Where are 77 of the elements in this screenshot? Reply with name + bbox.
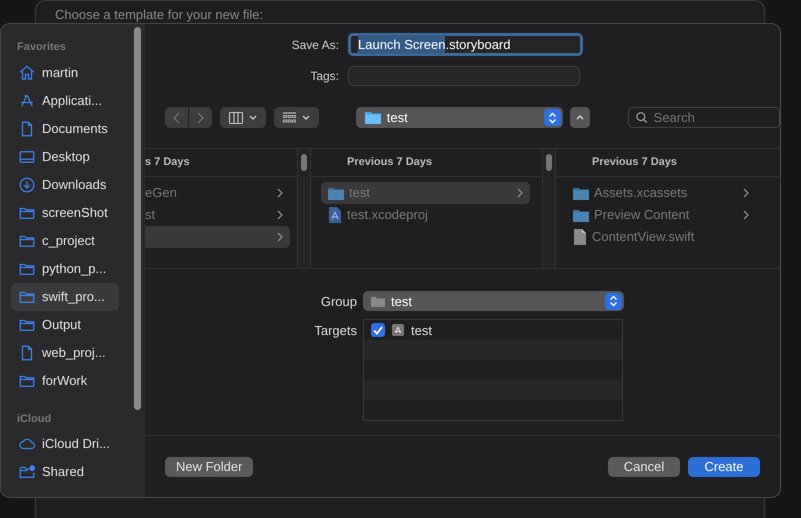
house-icon [18, 64, 36, 82]
column-view-button[interactable] [220, 107, 266, 128]
forward-button[interactable] [189, 107, 212, 128]
file-row[interactable]: st [145, 204, 290, 226]
sidebar-item[interactable]: python_p... [11, 254, 119, 282]
create-button[interactable]: Create [688, 456, 760, 477]
sidebar-item[interactable]: martin [11, 58, 119, 86]
collapse-button[interactable] [570, 107, 590, 128]
column-header: Previous 7 Days [591, 155, 677, 170]
download-icon [18, 176, 36, 194]
folder-icon [573, 208, 589, 222]
chevron-down-icon [302, 115, 310, 120]
folder-icon [364, 111, 381, 124]
sidebar-item[interactable]: Desktop [11, 142, 119, 170]
folder-icon [371, 296, 385, 307]
folder-icon [573, 186, 589, 200]
checkbox[interactable] [371, 323, 385, 338]
file-row[interactable]: ContentView.swift [566, 226, 756, 248]
sidebar-item[interactable]: web_proj... [11, 338, 119, 366]
sidebar-item[interactable]: swift_pro... [11, 282, 119, 310]
chevron-right-icon [277, 210, 283, 220]
sidebar-item[interactable]: Applicati... [11, 86, 119, 114]
column-resize-bar[interactable] [542, 149, 555, 268]
chevron-right-icon [743, 188, 749, 198]
file-row[interactable]: eGen [145, 182, 290, 204]
search-input[interactable]: Search [654, 108, 772, 128]
search-field[interactable]: Search [628, 107, 780, 128]
columns-icon [228, 112, 243, 124]
stepper-icon [544, 109, 562, 126]
shared-folder-icon [18, 463, 36, 481]
grid-icon [282, 112, 296, 124]
sidebar-heading: iCloud [16, 412, 52, 426]
new-folder-button[interactable]: New Folder [165, 456, 254, 477]
tags-label: Tags: [309, 68, 340, 85]
project-file-icon [328, 207, 342, 223]
sidebar-item[interactable]: Downloads [11, 170, 119, 198]
tags-field[interactable] [348, 66, 580, 86]
target-name: test [411, 322, 432, 340]
sidebar-item[interactable]: screenShot [11, 198, 119, 226]
sidebar-item[interactable]: iCloud Dri... [11, 430, 119, 458]
template-prompt: Choose a template for your new file: [55, 7, 264, 22]
app-target-icon [392, 324, 404, 336]
save-as-field[interactable]: Launch Screen.storyboard [348, 33, 583, 56]
back-button[interactable] [165, 107, 188, 128]
cancel-button[interactable]: Cancel [608, 456, 680, 477]
chevron-down-icon [248, 115, 257, 120]
file-icon [573, 229, 587, 245]
folder-icon [328, 186, 344, 200]
scrollbar-thumb[interactable] [134, 27, 141, 410]
sidebar-item[interactable]: Output [11, 310, 119, 338]
sidebar-item[interactable]: c_project [11, 226, 119, 254]
location-popup[interactable]: test [356, 107, 564, 128]
group-popup[interactable]: test [363, 291, 624, 312]
sidebar-heading: Favorites [16, 40, 67, 55]
stepper-icon [605, 292, 622, 310]
chevron-right-icon [277, 188, 283, 198]
column-header: Previous 7 Days [346, 155, 432, 170]
chevron-right-icon [743, 210, 749, 220]
chevron-right-icon [277, 232, 283, 242]
sidebar-item[interactable]: forWork [11, 366, 119, 394]
group-label: Group [320, 292, 358, 311]
chevron-right-icon [197, 112, 204, 124]
chevron-left-icon [173, 112, 180, 124]
targets-label: Targets [313, 322, 358, 340]
sidebar-item[interactable]: Shared [11, 458, 119, 486]
column-resize-bar[interactable] [297, 149, 310, 268]
search-icon [636, 111, 648, 124]
save-as-label: Save As: [290, 36, 340, 54]
chevron-up-icon [576, 115, 584, 120]
sidebar-item[interactable]: Documents [11, 114, 119, 142]
group-view-button[interactable] [274, 107, 319, 128]
file-row[interactable]: Assets.xcassets [566, 182, 756, 204]
file-row[interactable]: Preview Content [566, 204, 756, 226]
file-row[interactable]: test.xcodeproj [321, 204, 530, 226]
chevron-right-icon [517, 188, 523, 198]
column-header: s 7 Days [145, 155, 190, 170]
app-store-icon [18, 92, 36, 110]
